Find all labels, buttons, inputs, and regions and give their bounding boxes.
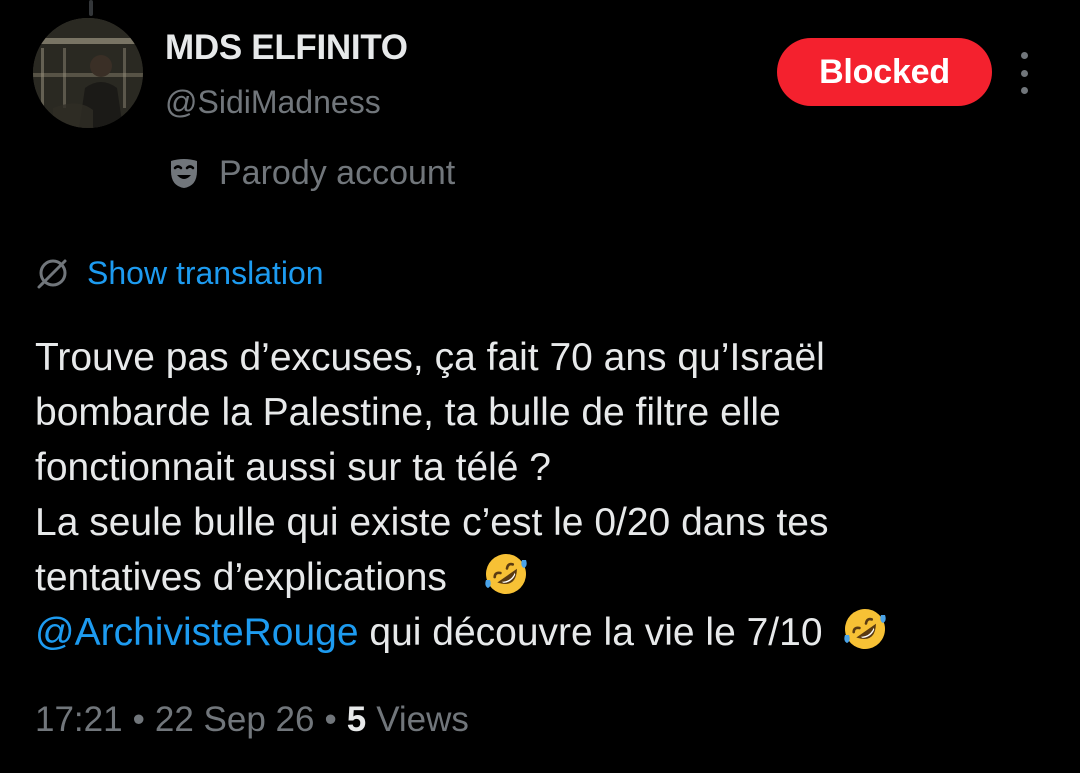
tweet-text-line: @ArchivisteRouge qui découvre la vie le …: [35, 605, 1045, 660]
tweet-text-line: tentatives d’explications: [35, 550, 1045, 605]
views-count: 5: [346, 700, 367, 739]
author-display-name[interactable]: MDS ELFINITO: [165, 28, 408, 68]
avatar-photo: [33, 18, 143, 128]
views-label: Views: [376, 700, 469, 739]
more-dot: [1020, 87, 1028, 94]
tweet-date[interactable]: 22 Sep 26: [155, 700, 315, 740]
meta-separator: •: [132, 700, 145, 739]
tweet-metadata: 17:21 • 22 Sep 26 • 5 Views: [35, 700, 469, 740]
more-dot: [1020, 52, 1028, 59]
tweet-time[interactable]: 17:21: [35, 700, 123, 740]
parody-mask-icon: [165, 154, 203, 192]
tweet-text-fragment: qui découvre la vie le 7/10: [358, 611, 823, 654]
tweet-text-line: La seule bulle qui existe c’est le 0/20 …: [35, 501, 829, 544]
tweet-text-line: fonctionnait aussi sur ta télé ?: [35, 446, 551, 489]
mention-link[interactable]: @ArchivisteRouge: [35, 611, 359, 654]
tweet-text: Trouve pas d’excuses, ça fait 70 ans qu’…: [35, 330, 1045, 660]
thread-connector-line: [89, 0, 93, 16]
rolling-on-floor-laughing-emoji: [485, 554, 527, 594]
parody-account-text: Parody account: [219, 153, 456, 192]
tweet-text-line: Trouve pas d’excuses, ça fait 70 ans qu’…: [35, 336, 825, 379]
more-vertical-icon[interactable]: [1008, 52, 1040, 94]
blocked-button[interactable]: Blocked: [777, 38, 992, 106]
avatar[interactable]: [33, 18, 143, 128]
rolling-on-floor-laughing-emoji: [844, 609, 887, 649]
tweet-text-fragment: tentatives d’explications: [35, 556, 447, 599]
show-translation-label[interactable]: Show translation: [87, 255, 324, 292]
parody-account-label: Parody account: [165, 150, 455, 196]
show-translation-link[interactable]: Show translation: [35, 250, 324, 296]
globe-icon: [35, 255, 71, 291]
meta-separator: •: [324, 700, 337, 739]
tweet-text-line: bombarde la Palestine, ta bulle de filtr…: [35, 391, 781, 434]
more-dot: [1020, 69, 1028, 77]
author-handle[interactable]: @SidiMadness: [165, 84, 381, 121]
